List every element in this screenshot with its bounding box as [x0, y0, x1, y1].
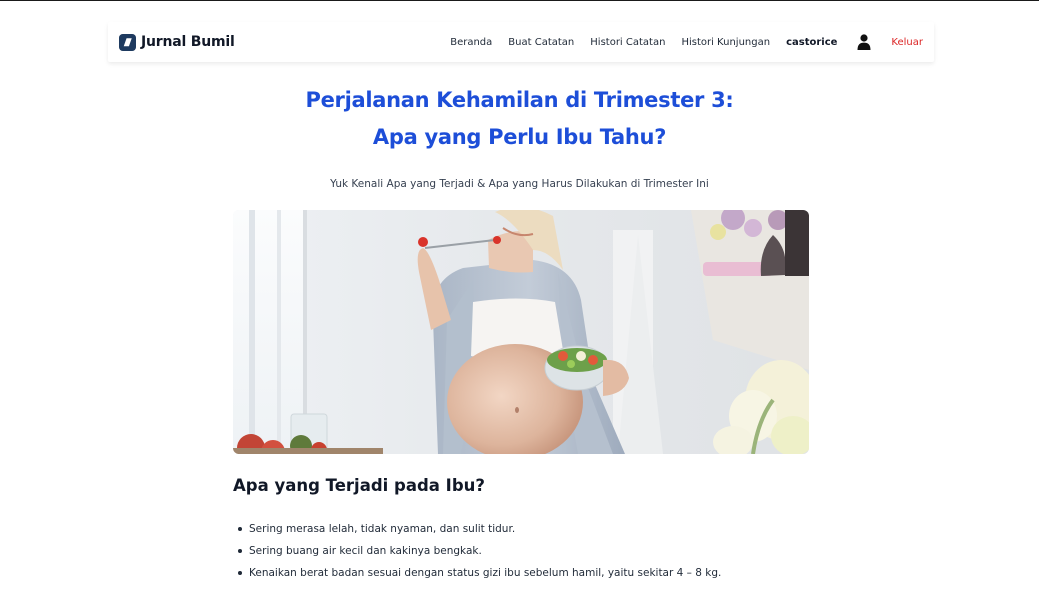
article-subtitle: Yuk Kenali Apa yang Terjadi & Apa yang H…	[330, 178, 709, 190]
list-item: Kenaikan berat badan sesuai dengan statu…	[237, 562, 837, 584]
nav-menu: Beranda Buat Catatan Histori Catatan His…	[434, 22, 923, 62]
list-item: Sering merasa lelah, tidak nyaman, dan s…	[237, 518, 837, 540]
journal-logo-icon	[119, 33, 136, 51]
nav-link-beranda[interactable]: Beranda	[450, 37, 492, 48]
list-item: Sering buang air kecil dan kakinya bengk…	[237, 540, 837, 562]
article-title-line-1: Perjalanan Kehamilan di Trimester 3:	[305, 88, 734, 112]
navbar: Jurnal Bumil Beranda Buat Catatan Histor…	[108, 22, 934, 62]
nav-link-buat-catatan[interactable]: Buat Catatan	[508, 37, 574, 48]
user-icon[interactable]	[857, 34, 871, 50]
logout-link[interactable]: Keluar	[891, 37, 923, 48]
article-title-line-2: Apa yang Perlu Ibu Tahu?	[372, 125, 667, 149]
brand-link[interactable]: Jurnal Bumil	[119, 32, 235, 52]
hero-image	[233, 210, 809, 454]
article-title: Perjalanan Kehamilan di Trimester 3: Apa…	[0, 82, 1039, 156]
section-heading: Apa yang Terjadi pada Ibu?	[233, 476, 485, 495]
window-top-border	[0, 0, 1039, 1]
pregnant-woman-photo	[233, 210, 809, 454]
symptom-list: Sering merasa lelah, tidak nyaman, dan s…	[237, 518, 837, 584]
brand-name: Jurnal Bumil	[141, 34, 235, 50]
username-label: castorice	[786, 36, 838, 48]
nav-link-histori-catatan[interactable]: Histori Catatan	[590, 37, 665, 48]
nav-link-histori-kunjungan[interactable]: Histori Kunjungan	[681, 37, 770, 48]
